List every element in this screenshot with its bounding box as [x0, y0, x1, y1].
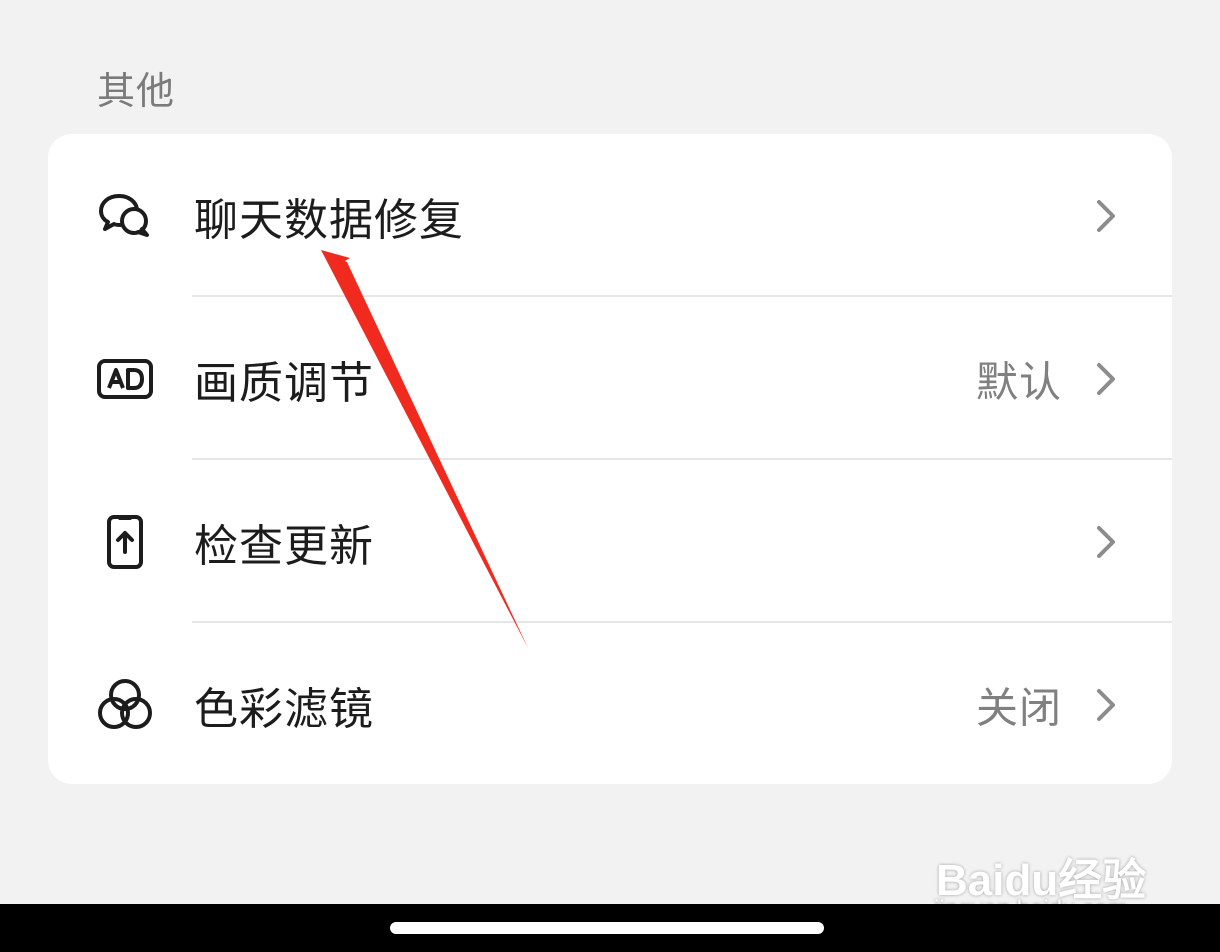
row-label: 检查更新 [194, 520, 374, 572]
row-value: 关闭 [975, 683, 1062, 732]
watermark-logo: Baidu经验 [936, 856, 1147, 905]
row-check-update[interactable]: 检查更新 [48, 460, 1172, 623]
section-title: 其他 [97, 69, 176, 113]
chat-bubbles-icon [94, 185, 156, 247]
phone-upload-icon [94, 511, 156, 573]
chevron-right-icon [1096, 199, 1116, 233]
row-label: 色彩滤镜 [194, 683, 374, 735]
color-circles-icon [94, 674, 156, 736]
chevron-right-icon [1096, 362, 1116, 396]
row-label: 画质调节 [194, 357, 374, 409]
chevron-right-icon [1096, 525, 1116, 559]
chevron-right-icon [1096, 688, 1116, 722]
row-value: 默认 [975, 357, 1062, 406]
ad-badge-icon [94, 348, 156, 410]
row-label: 聊天数据修复 [194, 194, 464, 246]
row-color-filter[interactable]: 色彩滤镜 关闭 [48, 623, 1172, 784]
settings-card: 聊天数据修复 画质调节 默认 检查更新 色彩滤镜 关闭 [48, 134, 1172, 784]
row-picture-quality[interactable]: 画质调节 默认 [48, 297, 1172, 460]
row-chat-data-repair[interactable]: 聊天数据修复 [48, 134, 1172, 297]
home-indicator[interactable] [390, 922, 824, 934]
bottom-bar [0, 904, 1220, 952]
